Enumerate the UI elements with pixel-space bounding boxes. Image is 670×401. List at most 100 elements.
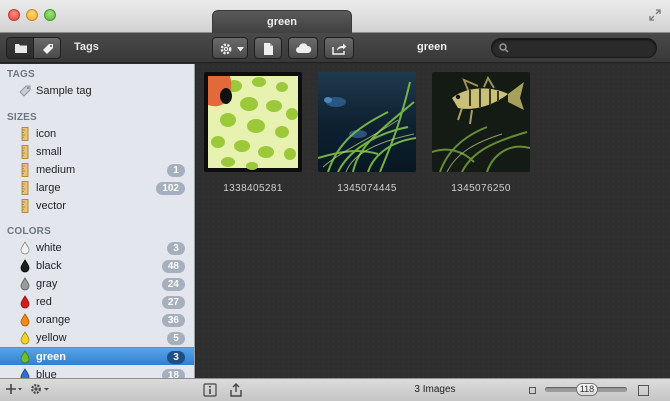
sidebar-item-label: black bbox=[36, 260, 62, 272]
count-badge: 3 bbox=[167, 351, 185, 364]
chevron-down-icon bbox=[237, 47, 244, 52]
count-badge: 102 bbox=[156, 182, 185, 195]
share-icon bbox=[332, 43, 347, 55]
sidebar-item-label: blue bbox=[36, 369, 57, 378]
add-button[interactable] bbox=[6, 383, 22, 397]
image-grid: 1338405281 1345074445 1345076250 bbox=[196, 64, 670, 378]
tag-icon bbox=[43, 44, 53, 54]
count-badge: 24 bbox=[161, 278, 185, 291]
sidebar-item-label: medium bbox=[36, 164, 76, 176]
ruler-icon bbox=[18, 127, 32, 141]
sidebar-item-size-large[interactable]: large 102 bbox=[0, 179, 194, 197]
search-icon bbox=[499, 43, 509, 53]
zoom-in-icon[interactable] bbox=[638, 385, 649, 396]
sidebar: TAGS Sample tag SIZES icon small medium … bbox=[0, 64, 195, 378]
action-menu-button[interactable] bbox=[212, 37, 248, 59]
zoom-window-button[interactable] bbox=[44, 9, 56, 21]
sidebar-item-label: white bbox=[36, 242, 62, 254]
sidebar-item-sample-tag[interactable]: Sample tag bbox=[0, 82, 194, 100]
fullscreen-icon[interactable] bbox=[648, 9, 662, 23]
sidebar-item-label: large bbox=[36, 182, 61, 194]
share-button[interactable] bbox=[324, 37, 354, 59]
new-document-button[interactable] bbox=[254, 37, 282, 59]
zoom-slider-handle[interactable]: 118 bbox=[576, 383, 598, 396]
image-name: 1338405281 bbox=[223, 183, 283, 194]
sidebar-item-label: small bbox=[36, 146, 62, 158]
search-input[interactable] bbox=[512, 40, 652, 56]
sidebar-item-size-small[interactable]: small bbox=[0, 143, 194, 161]
info-button[interactable] bbox=[203, 383, 217, 397]
color-drop-icon bbox=[18, 331, 32, 345]
sidebar-item-label: yellow bbox=[36, 332, 67, 344]
folders-view-button[interactable] bbox=[6, 37, 34, 59]
cloud-upload-button[interactable] bbox=[288, 37, 318, 59]
folder-icon bbox=[15, 44, 27, 53]
settings-menu-button[interactable] bbox=[30, 383, 52, 397]
color-drop-icon bbox=[18, 277, 32, 291]
toolbar-title: green bbox=[417, 41, 447, 53]
minimize-window-button[interactable] bbox=[26, 9, 38, 21]
tags-section-header: TAGS bbox=[7, 69, 35, 80]
gear-icon bbox=[220, 43, 232, 55]
zoom-out-icon[interactable] bbox=[529, 387, 536, 394]
image-count-status: 3 Images bbox=[414, 384, 456, 395]
count-badge: 1 bbox=[167, 164, 185, 177]
document-icon bbox=[264, 43, 273, 55]
image-preview bbox=[204, 72, 302, 172]
sidebar-item-color-orange[interactable]: orange 36 bbox=[0, 311, 194, 329]
sidebar-item-label: Sample tag bbox=[36, 85, 92, 97]
image-thumbnail[interactable]: 1345074445 bbox=[318, 72, 416, 194]
export-button[interactable] bbox=[229, 383, 243, 397]
sidebar-item-color-white[interactable]: white 3 bbox=[0, 239, 194, 257]
count-badge: 5 bbox=[167, 332, 185, 345]
sidebar-item-label: icon bbox=[36, 128, 57, 140]
image-thumbnail[interactable]: 1345076250 bbox=[432, 72, 530, 194]
sidebar-item-label: orange bbox=[36, 314, 71, 326]
app-window: green Tags green TAGS Sample tag SIZES i… bbox=[0, 0, 670, 401]
sidebar-item-color-gray[interactable]: gray 24 bbox=[0, 275, 194, 293]
close-window-button[interactable] bbox=[8, 9, 20, 21]
search-field[interactable] bbox=[491, 38, 657, 58]
tag-icon bbox=[18, 84, 32, 98]
color-drop-icon bbox=[18, 350, 32, 364]
color-drop-icon bbox=[18, 295, 32, 309]
count-badge: 27 bbox=[161, 296, 185, 309]
sidebar-item-size-vector[interactable]: vector bbox=[0, 197, 194, 215]
sidebar-item-label: gray bbox=[36, 278, 58, 290]
sidebar-item-color-red[interactable]: red 27 bbox=[0, 293, 194, 311]
count-badge: 36 bbox=[161, 314, 185, 327]
count-badge: 48 bbox=[161, 260, 185, 273]
window-title: green bbox=[212, 10, 352, 34]
tags-view-button[interactable] bbox=[33, 37, 61, 59]
image-name: 1345076250 bbox=[451, 183, 511, 194]
color-drop-icon bbox=[18, 368, 32, 378]
color-drop-icon bbox=[18, 313, 32, 327]
titlebar: green bbox=[0, 0, 670, 34]
cloud-icon bbox=[296, 43, 312, 53]
image-name: 1345074445 bbox=[337, 183, 397, 194]
toolbar: Tags green bbox=[0, 33, 670, 63]
sidebar-item-label: red bbox=[36, 296, 52, 308]
sidebar-item-label: vector bbox=[36, 200, 66, 212]
ruler-icon bbox=[18, 199, 32, 213]
info-icon bbox=[203, 383, 217, 397]
color-drop-icon bbox=[18, 241, 32, 255]
sidebar-item-size-medium[interactable]: medium 1 bbox=[0, 161, 194, 179]
sidebar-item-color-blue[interactable]: blue 18 bbox=[0, 366, 194, 378]
sidebar-item-size-icon[interactable]: icon bbox=[0, 125, 194, 143]
image-preview bbox=[432, 72, 530, 172]
count-badge: 3 bbox=[167, 242, 185, 255]
ruler-icon bbox=[18, 181, 32, 195]
image-thumbnail[interactable]: 1338405281 bbox=[204, 72, 302, 194]
gear-icon bbox=[31, 384, 49, 394]
status-bar: 3 Images 118 bbox=[0, 378, 670, 401]
image-preview bbox=[318, 72, 416, 172]
ruler-icon bbox=[18, 145, 32, 159]
sidebar-item-color-black[interactable]: black 48 bbox=[0, 257, 194, 275]
colors-section-header: COLORS bbox=[7, 226, 51, 237]
sidebar-item-color-yellow[interactable]: yellow 5 bbox=[0, 329, 194, 347]
export-icon bbox=[230, 383, 242, 397]
color-drop-icon bbox=[18, 259, 32, 273]
ruler-icon bbox=[18, 163, 32, 177]
sidebar-item-color-green[interactable]: green 3 bbox=[0, 347, 194, 365]
